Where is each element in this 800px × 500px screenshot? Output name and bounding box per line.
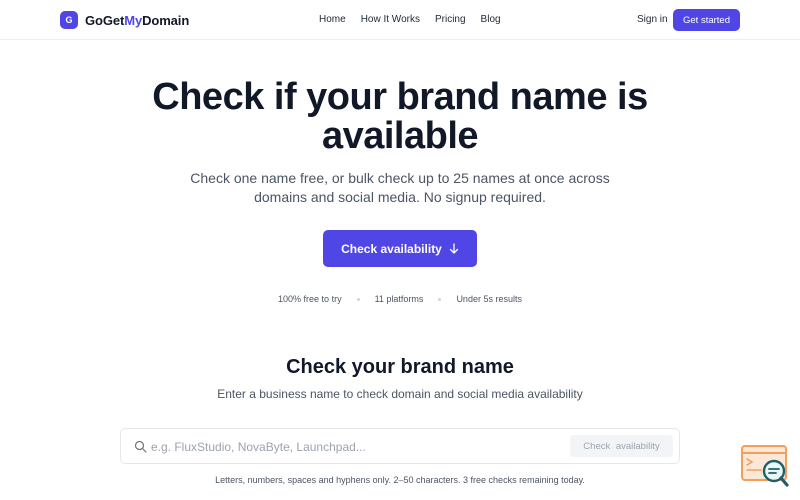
nav-pricing[interactable]: Pricing	[435, 13, 466, 27]
logo-link[interactable]: G GoGetMyDomain	[60, 10, 189, 30]
feature-list: 100% free to try 11 platforms Under 5s r…	[0, 293, 800, 305]
checker-title: Check your brand name	[286, 356, 514, 378]
hero-button-label: Check availability	[341, 241, 442, 256]
feature-separator	[356, 297, 360, 301]
check-availability-hero-button[interactable]: Check availability	[323, 230, 477, 267]
hero-title: Check if your brand name is available	[152, 76, 648, 157]
search-chat-widget-icon[interactable]	[741, 444, 791, 488]
brand-search-box: Check availability	[120, 428, 680, 464]
nav-blog[interactable]: Blog	[481, 13, 501, 27]
brand-name-input[interactable]	[151, 437, 551, 457]
get-started-button[interactable]: Get started	[673, 9, 740, 31]
feature-platforms: 11 platforms	[374, 294, 424, 304]
search-icon	[134, 440, 147, 453]
arrow-down-icon	[449, 243, 459, 254]
logo-text: GoGetMyDomain	[85, 12, 190, 28]
input-helper-text: Letters, numbers, spaces and hyphens onl…	[215, 475, 585, 485]
sign-in-link[interactable]: Sign in	[637, 13, 668, 27]
check-availability-submit-button[interactable]: Check availability	[570, 435, 673, 457]
main-nav: Home How It Works Pricing Blog	[319, 13, 516, 27]
feature-speed: Under 5s results	[456, 294, 522, 304]
nav-how-it-works[interactable]: How It Works	[361, 13, 420, 27]
hero-subtitle: Check one name free, or bulk check up to…	[190, 170, 610, 205]
feature-free: 100% free to try	[278, 294, 342, 304]
nav-home[interactable]: Home	[319, 13, 346, 27]
checker-subtitle: Enter a business name to check domain an…	[217, 387, 583, 401]
logo-badge: G	[60, 11, 78, 29]
site-header: G GoGetMyDomain Home How It Works Pricin…	[0, 0, 800, 40]
feature-separator	[438, 297, 442, 301]
